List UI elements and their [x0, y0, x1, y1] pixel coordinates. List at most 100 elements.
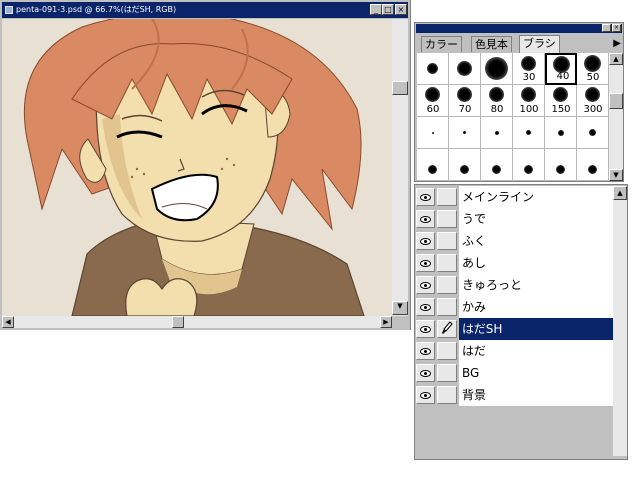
layer-name: かみ [459, 296, 613, 318]
layer-row[interactable]: BG [415, 362, 613, 384]
scroll-down-arrow-icon[interactable]: ▼ [609, 169, 623, 181]
layer-visibility-toggle[interactable] [416, 364, 435, 382]
layer-link-toggle[interactable] [437, 386, 457, 404]
layer-visibility-toggle[interactable] [416, 320, 435, 338]
brushes-scroll-thumb[interactable] [609, 93, 623, 109]
brush-preset[interactable] [545, 149, 577, 181]
layer-link-toggle[interactable] [437, 254, 457, 272]
brush-preset[interactable] [545, 117, 577, 149]
eye-icon [420, 260, 431, 267]
eye-icon [420, 348, 431, 355]
brush-presets-grid[interactable]: 30 40 50 60 70 80 100 150 300 [417, 53, 609, 181]
layer-link-toggle[interactable] [437, 210, 457, 228]
palette-title-bar[interactable]: × [416, 24, 622, 33]
brushes-scrollbar[interactable]: ▲ ▼ [609, 53, 623, 181]
close-button[interactable]: × [395, 4, 407, 15]
layer-row[interactable]: はだ [415, 340, 613, 362]
layer-visibility-toggle[interactable] [416, 232, 435, 250]
eye-icon [420, 194, 431, 201]
tab-brushes[interactable]: ブラシ [519, 35, 560, 53]
brush-preset[interactable] [481, 117, 513, 149]
brush-preset[interactable] [417, 117, 449, 149]
layer-link-toggle[interactable] [437, 298, 457, 316]
palette-close-button[interactable]: × [612, 24, 621, 32]
brush-preset[interactable] [417, 149, 449, 181]
layer-visibility-toggle[interactable] [416, 210, 435, 228]
layer-row[interactable]: ふく [415, 230, 613, 252]
brush-preset[interactable]: 150 [545, 85, 577, 117]
scroll-up-arrow-icon[interactable]: ▲ [613, 186, 627, 200]
layer-row[interactable]: 背景 [415, 384, 613, 406]
document-title: penta-091-3.psd @ 66.7%(はだSH, RGB) [16, 5, 177, 14]
brush-preset[interactable] [417, 53, 449, 85]
brush-preset[interactable] [481, 53, 513, 85]
layer-link-toggle[interactable] [437, 232, 457, 250]
scroll-right-arrow-icon[interactable]: ▶ [380, 316, 392, 328]
layer-visibility-toggle[interactable] [416, 276, 435, 294]
layer-visibility-toggle[interactable] [416, 254, 435, 272]
eye-icon [420, 326, 431, 333]
layer-link-toggle[interactable] [437, 364, 457, 382]
layer-name: うで [459, 208, 613, 230]
brush-preset[interactable]: 50 [577, 53, 609, 85]
brush-preset[interactable]: 300 [577, 85, 609, 117]
layers-palette: メインライン うで ふく あし きゅろっと かみ はだSH はだ BG 背景 ▲ [414, 184, 628, 460]
brushes-palette: × カラー 色見本 ブラシ ▶ 30 40 50 60 70 80 100 15… [414, 22, 624, 182]
layer-row[interactable]: きゅろっと [415, 274, 613, 296]
layer-name: ふく [459, 230, 613, 252]
eye-icon [420, 370, 431, 377]
document-title-bar[interactable]: penta-091-3.psd @ 66.7%(はだSH, RGB) _ □ × [2, 2, 408, 18]
layer-row-active[interactable]: はだSH [415, 318, 613, 340]
layer-link-toggle[interactable] [437, 276, 457, 294]
brush-preset[interactable] [449, 149, 481, 181]
eye-icon [420, 392, 431, 399]
tab-color[interactable]: カラー [421, 36, 462, 52]
brush-preset[interactable] [513, 149, 545, 181]
vertical-scroll-thumb[interactable] [392, 81, 408, 95]
layer-link-toggle[interactable] [437, 188, 457, 206]
layer-name: はだSH [459, 318, 613, 340]
maximize-button[interactable]: □ [382, 4, 394, 15]
layer-row[interactable]: あし [415, 252, 613, 274]
horizontal-scroll-thumb[interactable] [172, 316, 184, 328]
layer-visibility-toggle[interactable] [416, 386, 435, 404]
document-canvas[interactable] [2, 19, 392, 316]
minimize-button[interactable]: _ [370, 4, 382, 15]
brush-preset-selected[interactable]: 40 [545, 53, 577, 85]
canvas-horizontal-scrollbar[interactable]: ◀ ▶ [2, 316, 392, 328]
layer-link-toggle[interactable] [437, 320, 457, 338]
brush-preset[interactable] [577, 117, 609, 149]
eye-icon [420, 216, 431, 223]
scroll-down-arrow-icon[interactable]: ▼ [392, 301, 408, 315]
tab-swatches[interactable]: 色見本 [471, 36, 512, 52]
scroll-left-arrow-icon[interactable]: ◀ [2, 316, 14, 328]
brush-preset[interactable] [513, 117, 545, 149]
brush-preset[interactable]: 70 [449, 85, 481, 117]
layer-visibility-toggle[interactable] [416, 342, 435, 360]
brush-preset[interactable]: 80 [481, 85, 513, 117]
brush-preset[interactable] [449, 117, 481, 149]
layer-name: BG [459, 362, 613, 384]
layer-link-toggle[interactable] [437, 342, 457, 360]
canvas-vertical-scrollbar[interactable]: ▼ [392, 19, 408, 316]
layer-row[interactable]: メインライン [415, 186, 613, 208]
layer-row[interactable]: かみ [415, 296, 613, 318]
eye-icon [420, 304, 431, 311]
brush-preset[interactable]: 60 [417, 85, 449, 117]
layer-visibility-toggle[interactable] [416, 188, 435, 206]
brush-preset[interactable]: 30 [513, 53, 545, 85]
brush-icon [442, 321, 453, 334]
photoshop-icon [5, 6, 13, 14]
palette-minimize-button[interactable] [602, 24, 611, 32]
layers-scrollbar[interactable]: ▲ [613, 186, 627, 456]
layer-row[interactable]: うで [415, 208, 613, 230]
palette-menu-arrow-icon[interactable]: ▶ [613, 38, 621, 49]
brush-preset[interactable]: 100 [513, 85, 545, 117]
layer-visibility-toggle[interactable] [416, 298, 435, 316]
layer-name: きゅろっと [459, 274, 613, 296]
brush-preset[interactable] [481, 149, 513, 181]
brush-preset[interactable] [577, 149, 609, 181]
anime-girl-illustration [2, 19, 392, 316]
brush-preset[interactable] [449, 53, 481, 85]
scroll-up-arrow-icon[interactable]: ▲ [609, 53, 623, 65]
